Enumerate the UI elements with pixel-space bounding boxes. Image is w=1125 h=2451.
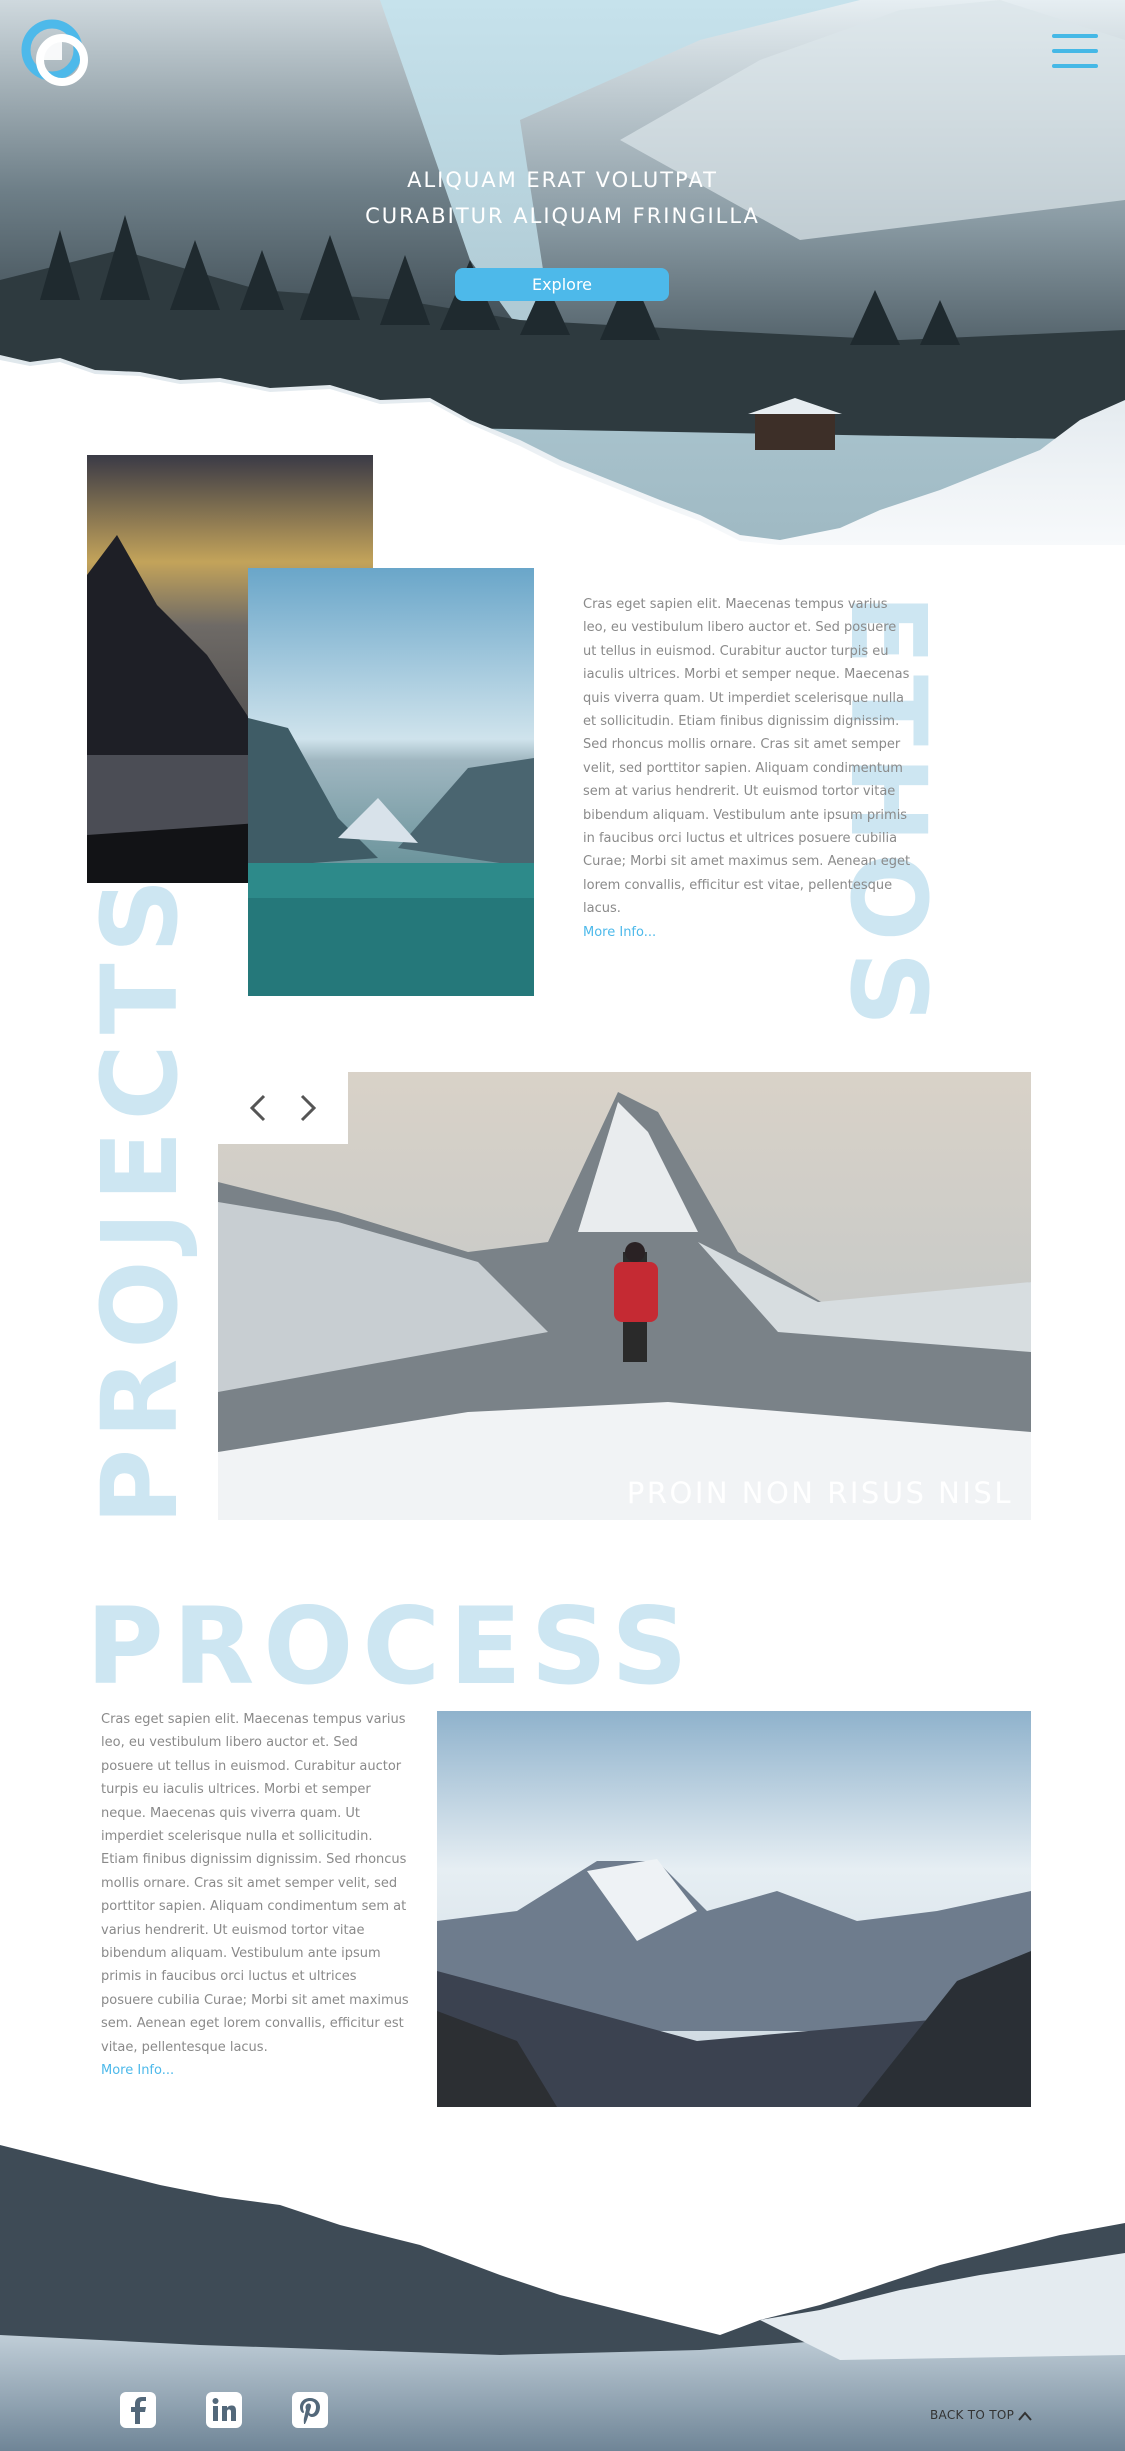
explore-button[interactable]: Explore <box>455 268 669 301</box>
linkedin-icon[interactable] <box>204 2390 244 2430</box>
projects-heading: PROJECTS <box>79 868 201 1525</box>
brand-logo-icon[interactable] <box>20 18 92 90</box>
footer-snow-valley-image <box>0 2135 1125 2451</box>
mountain-lake-photo <box>248 568 534 996</box>
chevron-up-icon <box>1018 2410 1033 2421</box>
back-to-top-link[interactable]: BACK TO TOP <box>930 2408 1033 2422</box>
facebook-icon[interactable] <box>118 2390 158 2430</box>
back-to-top-label: BACK TO TOP <box>930 2408 1015 2422</box>
ethos-paragraph-text: Cras eget sapien elit. Maecenas tempus v… <box>583 597 911 917</box>
snowy-peak-photo <box>437 1711 1031 2107</box>
footer-banner <box>0 2135 1125 2451</box>
process-paragraph-text: Cras eget sapien elit. Maecenas tempus v… <box>101 1712 409 2055</box>
hamburger-menu-icon[interactable] <box>1052 34 1098 70</box>
process-more-info-link[interactable]: More Info... <box>101 2059 411 2082</box>
pinterest-icon[interactable] <box>290 2390 330 2430</box>
chevron-right-icon[interactable] <box>290 1090 326 1126</box>
ethos-more-info-link[interactable]: More Info... <box>583 921 913 944</box>
ethos-paragraph: Cras eget sapien elit. Maecenas tempus v… <box>583 593 913 944</box>
hero-title-line-2: CURABITUR ALIQUAM FRINGILLA <box>365 204 760 228</box>
chevron-left-icon[interactable] <box>240 1090 276 1126</box>
slider-controls <box>218 1072 348 1144</box>
process-heading: PROCESS <box>86 1585 697 1708</box>
hero-title-line-1: ALIQUAM ERAT VOLUTPAT <box>407 168 718 192</box>
process-paragraph: Cras eget sapien elit. Maecenas tempus v… <box>101 1708 411 2083</box>
